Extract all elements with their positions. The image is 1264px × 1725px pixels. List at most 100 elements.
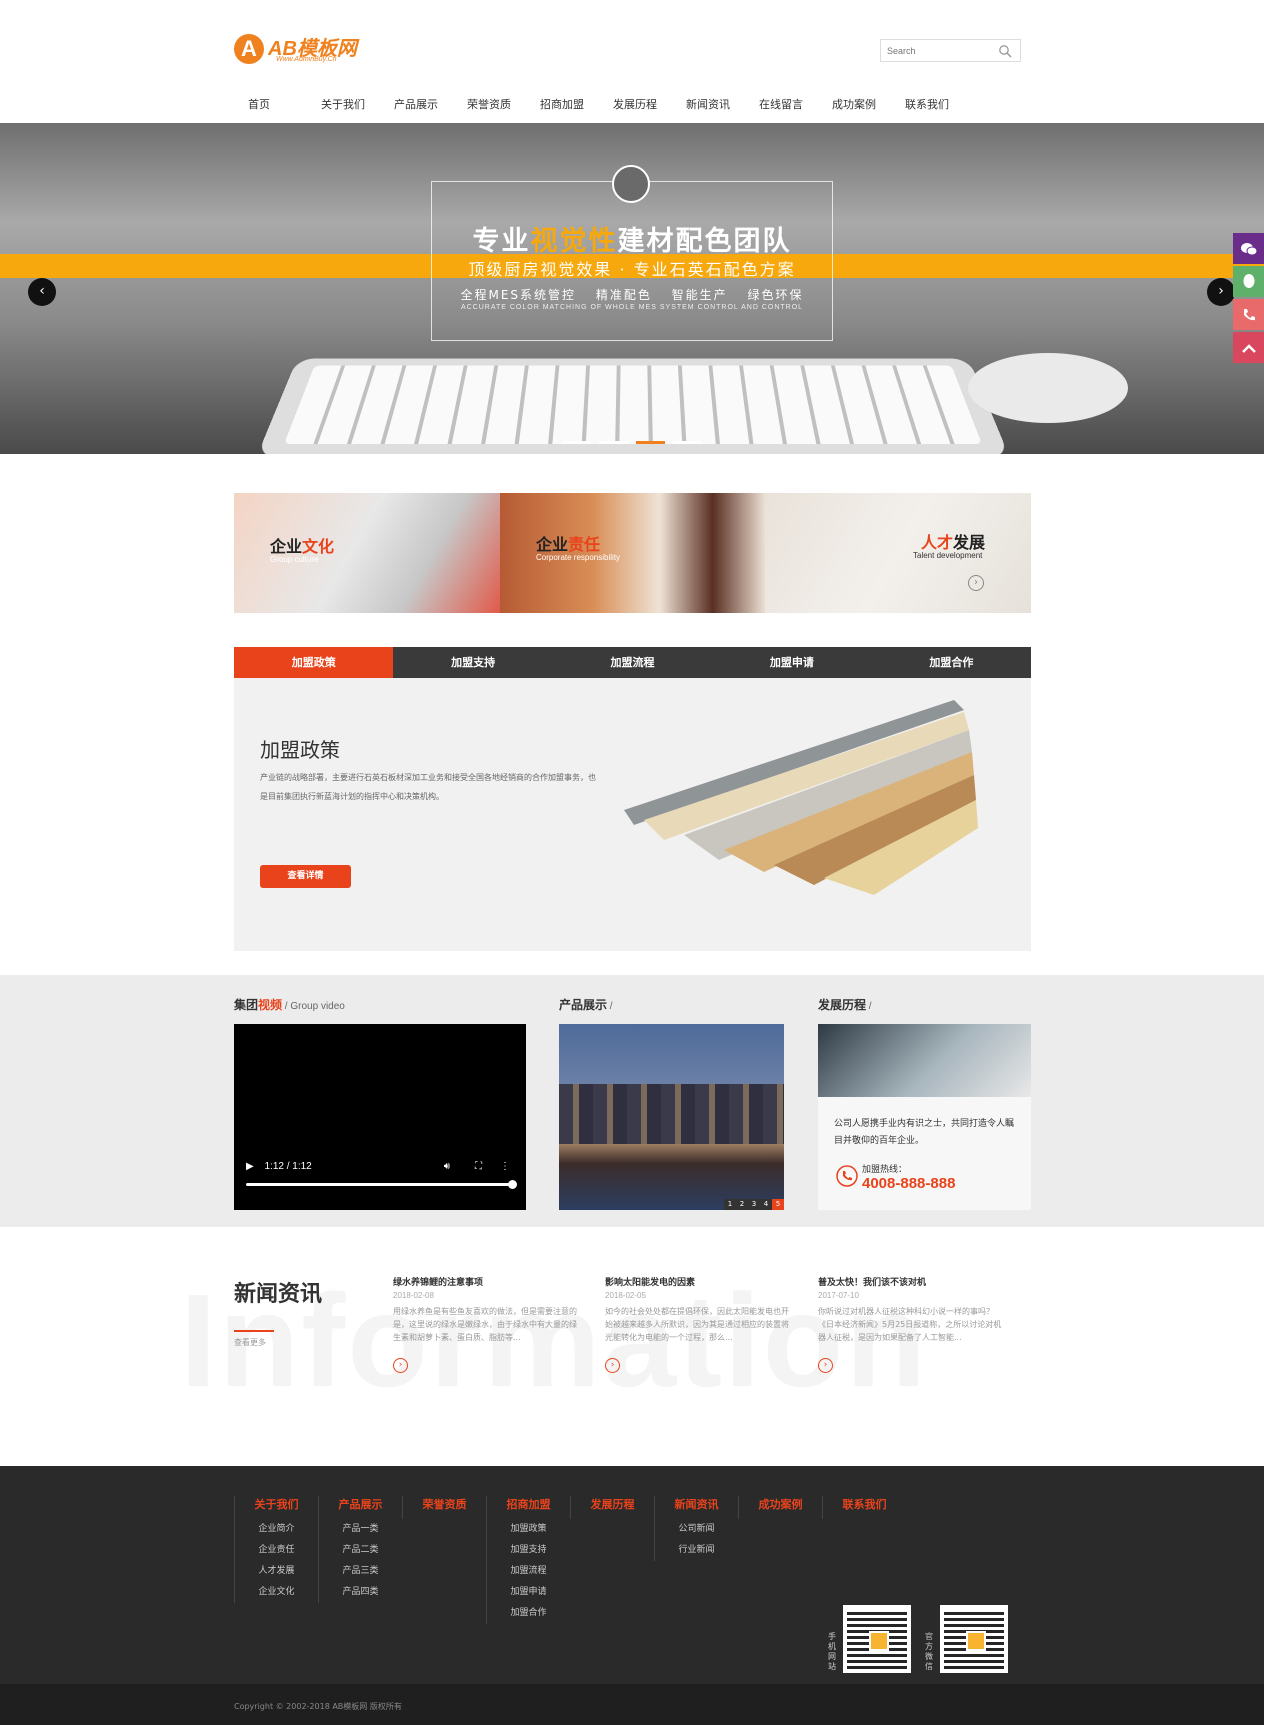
- arrow-right-icon[interactable]: ›: [818, 1358, 833, 1373]
- video-player[interactable]: ▶ 1:12 / 1:12 🔊︎ ⛶ ⋮: [234, 1024, 526, 1210]
- footer-column-head[interactable]: 荣誉资质: [403, 1496, 486, 1512]
- news-item-date: 2018-02-05: [605, 1291, 646, 1300]
- side-phone-button[interactable]: [1233, 299, 1264, 330]
- banner-prev-button[interactable]: ‹: [28, 278, 56, 306]
- nav-item-history[interactable]: 发展历程: [601, 96, 674, 118]
- footer-link[interactable]: 企业责任: [235, 1540, 318, 1561]
- side-top-button[interactable]: [1233, 332, 1264, 363]
- footer-link[interactable]: 产品二类: [319, 1540, 402, 1561]
- nav-item-join[interactable]: 招商加盟: [528, 96, 601, 118]
- banner-next-button[interactable]: ›: [1207, 278, 1235, 306]
- arrow-right-icon[interactable]: ›: [605, 1358, 620, 1373]
- promo-title: 企业责任: [536, 535, 601, 554]
- news-item[interactable]: 普及太快！我们该不该对机 2017-07-10 你听说过对机器人征税这种科幻小说…: [818, 1275, 1008, 1373]
- promo-culture[interactable]: 企业文化 Group culture: [234, 493, 500, 613]
- video-controls: ▶ 1:12 / 1:12 🔊︎ ⛶ ⋮: [246, 1161, 517, 1189]
- tab-cooperation[interactable]: 加盟合作: [872, 647, 1031, 678]
- nav-item-cases[interactable]: 成功案例: [820, 96, 893, 118]
- fullscreen-icon[interactable]: ⛶: [475, 1161, 482, 1172]
- footer-link[interactable]: 产品四类: [319, 1582, 402, 1603]
- pager-item[interactable]: 3: [748, 1199, 760, 1210]
- footer-link[interactable]: 加盟政策: [487, 1519, 570, 1540]
- qq-icon: [1243, 273, 1254, 288]
- slide-dot[interactable]: [562, 441, 591, 444]
- slide-dot[interactable]: [599, 441, 628, 444]
- footer-link[interactable]: 加盟合作: [487, 1603, 570, 1624]
- nav-item-contact[interactable]: 联系我们: [893, 96, 966, 118]
- footer-link[interactable]: 产品一类: [319, 1519, 402, 1540]
- footer-link[interactable]: 企业文化: [235, 1582, 318, 1603]
- tab-process[interactable]: 加盟流程: [553, 647, 712, 678]
- news-title: 新闻资讯: [234, 1282, 323, 1307]
- footer-column-head[interactable]: 发展历程: [571, 1496, 654, 1512]
- product-slideshow[interactable]: 1 2 3 4 5: [559, 1024, 784, 1210]
- nav-item-about[interactable]: 关于我们: [309, 96, 382, 118]
- nav-item-home[interactable]: 首页: [236, 96, 309, 118]
- slide-dot[interactable]: [673, 441, 702, 444]
- city-skyline-image: [559, 1084, 784, 1144]
- news-item-title[interactable]: 普及太快！我们该不该对机: [818, 1275, 1008, 1288]
- slide-dot[interactable]: [636, 441, 665, 444]
- tab-support[interactable]: 加盟支持: [393, 647, 552, 678]
- footer-link[interactable]: 企业简介: [235, 1519, 318, 1540]
- site-logo[interactable]: A AB模板网 Www.AdminBuy.Cn: [234, 30, 364, 70]
- tab-policy[interactable]: 加盟政策: [234, 647, 394, 684]
- details-button[interactable]: 查看详情: [260, 865, 351, 888]
- search-box: [880, 39, 1021, 62]
- phone-icon: [1243, 308, 1255, 320]
- news-item-title[interactable]: 影响太阳能发电的因素: [605, 1275, 795, 1288]
- copyright-text: Copyright © 2002-2018 AB模板网 版权所有: [234, 1702, 402, 1711]
- volume-icon[interactable]: 🔊︎: [444, 1161, 450, 1172]
- banner-emblem-icon: [612, 165, 650, 203]
- footer-column-head[interactable]: 关于我们: [235, 1496, 318, 1512]
- footer-column-head[interactable]: 联系我们: [823, 1496, 906, 1512]
- news-item-excerpt: 你听说过对机器人征税这种科幻小说一样的事吗？《日本经济新闻》5月25日报道称，之…: [818, 1307, 1002, 1342]
- footer-link[interactable]: 加盟流程: [487, 1561, 570, 1582]
- video-progress-bar[interactable]: [246, 1183, 514, 1186]
- pager-item[interactable]: 5: [772, 1199, 784, 1210]
- pager-item[interactable]: 1: [724, 1199, 736, 1210]
- qr-code-wechat: [940, 1605, 1008, 1673]
- pager-item[interactable]: 4: [760, 1199, 772, 1210]
- news-more-link[interactable]: 查看更多: [234, 1337, 266, 1348]
- banner-features: 全程MES系统管控 精准配色 智能生产 绿色环保: [460, 288, 804, 302]
- footer-column-head[interactable]: 产品展示: [319, 1496, 402, 1512]
- side-wechat-button[interactable]: [1233, 233, 1264, 264]
- footer-column: 联系我们: [822, 1496, 906, 1519]
- footer-link[interactable]: 行业新闻: [655, 1540, 738, 1561]
- pager-item[interactable]: 2: [736, 1199, 748, 1210]
- arrow-right-icon: ›: [968, 575, 984, 591]
- nav-item-honors[interactable]: 荣誉资质: [455, 96, 528, 118]
- quartz-strips-image: [624, 700, 978, 895]
- footer-link[interactable]: 产品三类: [319, 1561, 402, 1582]
- video-scrubber[interactable]: [508, 1180, 517, 1189]
- more-options-icon[interactable]: ⋮: [500, 1161, 510, 1172]
- side-qq-button[interactable]: [1233, 266, 1264, 297]
- search-icon[interactable]: [998, 44, 1012, 58]
- footer-column-head[interactable]: 招商加盟: [487, 1496, 570, 1512]
- footer-link[interactable]: 公司新闻: [655, 1519, 738, 1540]
- news-item[interactable]: 影响太阳能发电的因素 2018-02-05 如今的社会处处都在提倡环保，因此太阳…: [605, 1275, 795, 1373]
- news-item-title[interactable]: 绿水养锦鲤的注意事项: [393, 1275, 583, 1288]
- promo-responsibility[interactable]: 企业责任 Corporate responsibility: [500, 493, 766, 613]
- footer-column-head[interactable]: 成功案例: [739, 1496, 822, 1512]
- logo-mark: A: [234, 34, 264, 64]
- promo-talent[interactable]: 人才发展 Talent development ›: [765, 493, 1031, 613]
- arrow-right-icon[interactable]: ›: [393, 1358, 408, 1373]
- tab-apply[interactable]: 加盟申请: [712, 647, 871, 678]
- nav-item-message[interactable]: 在线留言: [747, 96, 820, 118]
- footer-link[interactable]: 人才发展: [235, 1561, 318, 1582]
- nav-item-news[interactable]: 新闻资讯: [674, 96, 747, 118]
- hero-banner: 专业视觉性建材配色团队 顶级厨房视觉效果 · 专业石英石配色方案 全程MES系统…: [0, 123, 1264, 454]
- footer-link[interactable]: 加盟申请: [487, 1582, 570, 1603]
- footer-link[interactable]: 加盟支持: [487, 1540, 570, 1561]
- nav-item-products[interactable]: 产品展示: [382, 96, 455, 118]
- search-input[interactable]: [881, 40, 991, 61]
- main-nav: 首页 关于我们 产品展示 荣誉资质 招商加盟 发展历程 新闻资讯 在线留言 成功…: [236, 96, 966, 118]
- promo-subtitle: Talent development: [913, 551, 983, 560]
- footer-column-head[interactable]: 新闻资讯: [655, 1496, 738, 1512]
- footer-column: 产品展示 产品一类 产品二类 产品三类 产品四类: [318, 1496, 402, 1603]
- news-item[interactable]: 绿水养锦鲤的注意事项 2018-02-08 用绿水养鱼是有些鱼友喜欢的做法，但是…: [393, 1275, 583, 1373]
- slide-indicators: [562, 441, 702, 444]
- play-icon[interactable]: ▶: [246, 1161, 254, 1172]
